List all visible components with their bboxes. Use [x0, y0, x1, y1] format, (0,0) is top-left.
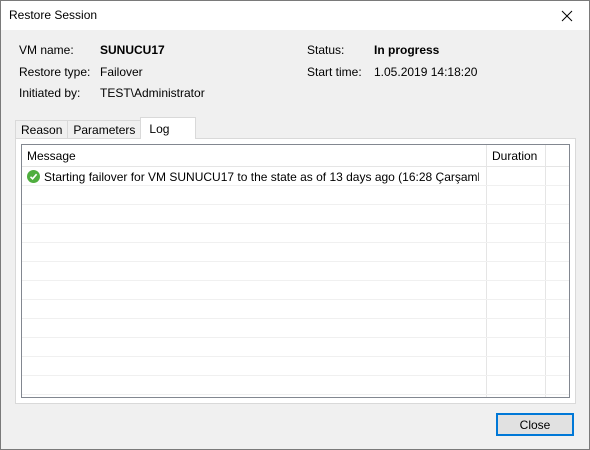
column-header-message[interactable]: Message — [22, 145, 486, 166]
column-header-message-label: Message — [27, 148, 76, 163]
log-row-empty — [22, 243, 569, 262]
log-row-empty — [22, 262, 569, 281]
restore-type-label: Restore type: — [19, 65, 91, 79]
close-icon — [561, 10, 573, 21]
tab-reason-label: Reason — [21, 123, 63, 137]
initiated-by-value: TEST\Administrator — [100, 86, 205, 100]
window-title: Restore Session — [9, 8, 98, 22]
log-row-empty — [22, 205, 569, 224]
log-row-message-text: Starting failover for VM SUNUCU17 to the… — [44, 169, 479, 184]
log-row-message: Starting failover for VM SUNUCU17 to the… — [27, 168, 479, 185]
close-button[interactable]: Close — [496, 413, 574, 436]
log-row-empty — [22, 281, 569, 300]
success-checkmark-icon — [27, 170, 40, 183]
log-row[interactable]: Starting failover for VM SUNUCU17 to the… — [22, 167, 569, 186]
tab-strip: Reason Parameters Log — [15, 117, 197, 139]
start-time-label: Start time: — [307, 65, 362, 79]
title-bar: Restore Session — [1, 1, 589, 30]
log-row-empty — [22, 338, 569, 357]
restore-type-value: Failover — [100, 65, 143, 79]
tab-reason[interactable]: Reason — [15, 120, 69, 139]
vm-name-value: SUNUCU17 — [100, 43, 165, 57]
log-row-empty — [22, 300, 569, 319]
log-tab-panel: Message Duration Starting failover for V… — [15, 138, 576, 404]
status-value: In progress — [374, 43, 440, 57]
log-list[interactable]: Message Duration Starting failover for V… — [21, 144, 570, 398]
log-row-empty — [22, 376, 569, 395]
window-close-button[interactable] — [545, 1, 589, 30]
status-label: Status: — [307, 43, 345, 57]
log-row-empty — [22, 186, 569, 205]
tab-log[interactable]: Log — [140, 117, 197, 139]
restore-session-dialog: Restore Session VM name: SUNUCU17 Restor… — [0, 0, 590, 450]
initiated-by-label: Initiated by: — [19, 86, 81, 100]
log-row-empty — [22, 224, 569, 243]
vm-name-label: VM name: — [19, 43, 74, 57]
tab-parameters-label: Parameters — [73, 123, 136, 137]
column-header-duration[interactable]: Duration — [487, 145, 545, 166]
log-row-empty — [22, 357, 569, 376]
tab-parameters[interactable]: Parameters — [67, 120, 142, 139]
log-row-empty — [22, 319, 569, 338]
tab-log-label: Log — [149, 121, 170, 136]
start-time-value: 1.05.2019 14:18:20 — [374, 65, 478, 79]
column-header-duration-label: Duration — [492, 148, 538, 163]
